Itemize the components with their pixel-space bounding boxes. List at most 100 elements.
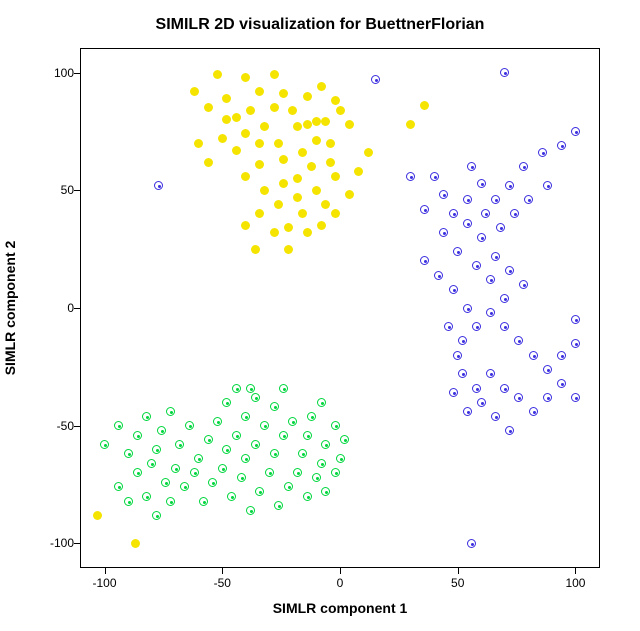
data-point bbox=[279, 155, 288, 164]
data-point bbox=[166, 497, 175, 506]
data-point bbox=[336, 454, 345, 463]
data-point bbox=[142, 492, 151, 501]
data-point bbox=[514, 336, 523, 345]
x-tick bbox=[575, 568, 576, 574]
data-point bbox=[406, 172, 415, 181]
data-point bbox=[505, 181, 514, 190]
data-point bbox=[180, 482, 189, 491]
data-point bbox=[208, 478, 217, 487]
data-point bbox=[331, 172, 340, 181]
data-point bbox=[222, 94, 231, 103]
x-tick-label: -50 bbox=[214, 576, 231, 590]
data-point bbox=[491, 412, 500, 421]
data-point bbox=[500, 322, 509, 331]
data-point bbox=[500, 384, 509, 393]
data-point bbox=[204, 435, 213, 444]
data-point bbox=[326, 139, 335, 148]
data-point bbox=[543, 365, 552, 374]
data-point bbox=[331, 96, 340, 105]
data-point bbox=[255, 487, 264, 496]
data-point bbox=[430, 172, 439, 181]
data-point bbox=[298, 209, 307, 218]
data-point bbox=[142, 412, 151, 421]
data-point bbox=[303, 492, 312, 501]
data-point bbox=[265, 468, 274, 477]
data-point bbox=[241, 454, 250, 463]
data-point bbox=[340, 435, 349, 444]
data-point bbox=[152, 511, 161, 520]
x-tick-label: 100 bbox=[565, 576, 585, 590]
data-point bbox=[463, 407, 472, 416]
y-tick-label: 0 bbox=[40, 301, 74, 315]
data-point bbox=[114, 482, 123, 491]
data-point bbox=[199, 497, 208, 506]
data-point bbox=[486, 308, 495, 317]
y-tick-label: 50 bbox=[40, 183, 74, 197]
data-point bbox=[477, 398, 486, 407]
data-point bbox=[133, 468, 142, 477]
data-point bbox=[255, 139, 264, 148]
data-point bbox=[93, 511, 102, 520]
data-point bbox=[284, 245, 293, 254]
data-point bbox=[557, 379, 566, 388]
data-point bbox=[241, 73, 250, 82]
data-point bbox=[481, 209, 490, 218]
data-point bbox=[288, 417, 297, 426]
data-point bbox=[477, 179, 486, 188]
x-axis-label: SIMLR component 1 bbox=[80, 600, 600, 616]
data-point bbox=[303, 92, 312, 101]
data-point bbox=[204, 103, 213, 112]
data-point bbox=[307, 162, 316, 171]
data-point bbox=[321, 117, 330, 126]
data-point bbox=[175, 440, 184, 449]
data-point bbox=[345, 120, 354, 129]
data-point bbox=[279, 179, 288, 188]
data-point bbox=[519, 162, 528, 171]
data-point bbox=[190, 87, 199, 96]
data-point bbox=[571, 339, 580, 348]
data-point bbox=[477, 233, 486, 242]
data-point bbox=[279, 384, 288, 393]
y-tick bbox=[74, 190, 80, 191]
data-point bbox=[131, 539, 140, 548]
data-point bbox=[331, 209, 340, 218]
data-point bbox=[557, 141, 566, 150]
data-point bbox=[241, 172, 250, 181]
data-point bbox=[260, 122, 269, 131]
data-point bbox=[255, 160, 264, 169]
data-point bbox=[345, 190, 354, 199]
data-point bbox=[463, 195, 472, 204]
data-point bbox=[529, 407, 538, 416]
data-point bbox=[453, 351, 462, 360]
data-point bbox=[529, 351, 538, 360]
data-point bbox=[154, 181, 163, 190]
data-point bbox=[472, 261, 481, 270]
data-point bbox=[232, 431, 241, 440]
data-point bbox=[449, 209, 458, 218]
data-point bbox=[157, 426, 166, 435]
data-point bbox=[317, 459, 326, 468]
data-point bbox=[557, 351, 566, 360]
data-point bbox=[185, 421, 194, 430]
data-point bbox=[279, 431, 288, 440]
y-tick bbox=[74, 543, 80, 544]
data-point bbox=[505, 426, 514, 435]
data-point bbox=[270, 228, 279, 237]
data-point bbox=[434, 271, 443, 280]
x-tick-label: -100 bbox=[93, 576, 117, 590]
data-point bbox=[166, 407, 175, 416]
x-tick bbox=[340, 568, 341, 574]
data-point bbox=[571, 393, 580, 402]
data-point bbox=[274, 501, 283, 510]
data-point bbox=[133, 431, 142, 440]
data-point bbox=[321, 200, 330, 209]
data-point bbox=[100, 440, 109, 449]
data-point bbox=[251, 393, 260, 402]
data-point bbox=[317, 221, 326, 230]
data-point bbox=[284, 223, 293, 232]
data-point bbox=[444, 322, 453, 331]
data-point bbox=[218, 464, 227, 473]
data-point bbox=[420, 205, 429, 214]
data-point bbox=[472, 384, 481, 393]
data-point bbox=[354, 167, 363, 176]
